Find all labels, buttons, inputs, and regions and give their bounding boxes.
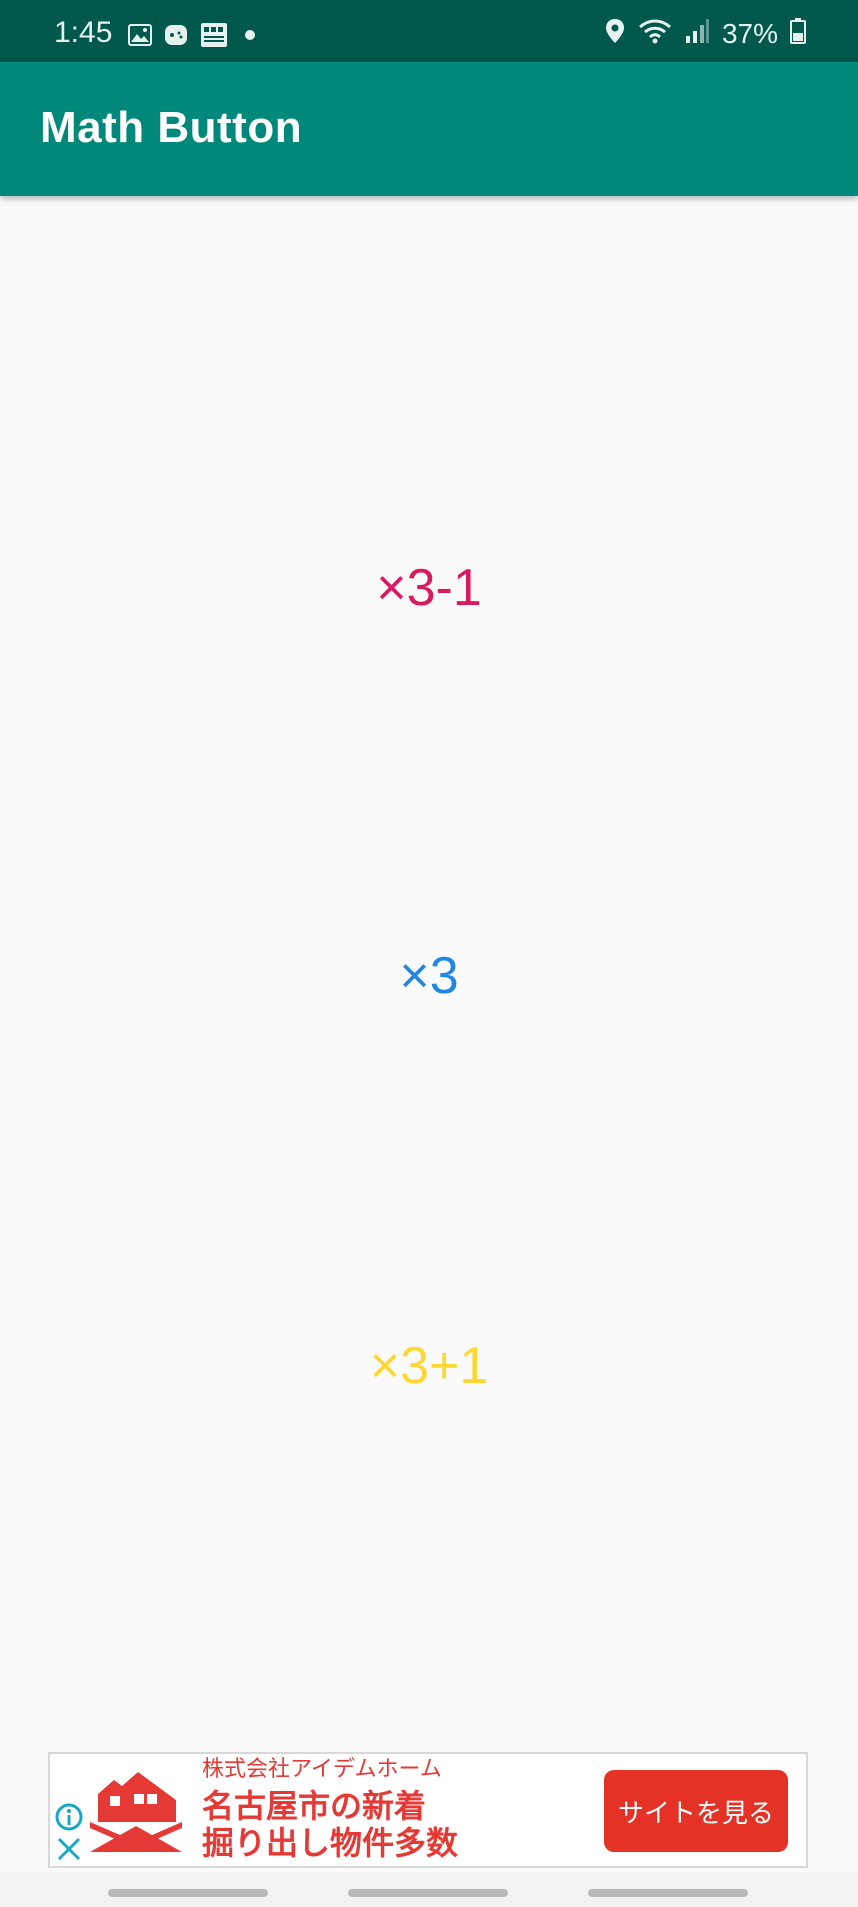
navigation-bar bbox=[0, 1872, 858, 1907]
game-controller-icon bbox=[164, 24, 188, 51]
ad-banner[interactable]: 株式会社アイデムホーム 名古屋市の新着 掘り出し物件多数 サイトを見る bbox=[48, 1752, 808, 1868]
signal-icon bbox=[684, 18, 710, 49]
location-icon bbox=[604, 18, 626, 49]
battery-percentage: 37% bbox=[721, 17, 778, 49]
app-title: Math Button bbox=[40, 103, 303, 152]
app-bar: Math Button bbox=[0, 62, 858, 196]
ad-visit-site-button[interactable]: サイトを見る bbox=[604, 1770, 788, 1852]
status-icons-left bbox=[128, 22, 260, 53]
wifi-icon bbox=[638, 18, 672, 49]
calendar-app-icon bbox=[200, 22, 228, 53]
notification-dot-icon bbox=[240, 25, 260, 50]
ad-logo-house-icon bbox=[88, 1772, 184, 1857]
ad-headline: 名古屋市の新着 掘り出し物件多数 bbox=[202, 1788, 458, 1862]
status-icons-right: 37% bbox=[604, 18, 806, 49]
times-three-button[interactable]: ×3 bbox=[0, 950, 858, 1002]
ad-headline-line2: 掘り出し物件多数 bbox=[202, 1824, 459, 1861]
ad-close-icon[interactable] bbox=[56, 1836, 82, 1867]
ad-company-name: 株式会社アイデムホーム bbox=[202, 1756, 442, 1781]
ad-info-icon[interactable] bbox=[54, 1802, 84, 1837]
ad-headline-line1: 名古屋市の新着 bbox=[202, 1788, 427, 1824]
status-time: 1:45 bbox=[54, 16, 113, 49]
gallery-icon bbox=[128, 24, 152, 51]
nav-recents-handle[interactable] bbox=[108, 1889, 268, 1897]
times-three-plus-one-button[interactable]: ×3+1 bbox=[0, 1340, 858, 1392]
nav-home-handle[interactable] bbox=[348, 1889, 508, 1897]
battery-icon bbox=[790, 18, 806, 49]
nav-back-handle[interactable] bbox=[588, 1889, 748, 1897]
times-three-minus-one-button[interactable]: ×3-1 bbox=[0, 562, 858, 614]
status-bar: 1:45 37% bbox=[0, 0, 858, 62]
